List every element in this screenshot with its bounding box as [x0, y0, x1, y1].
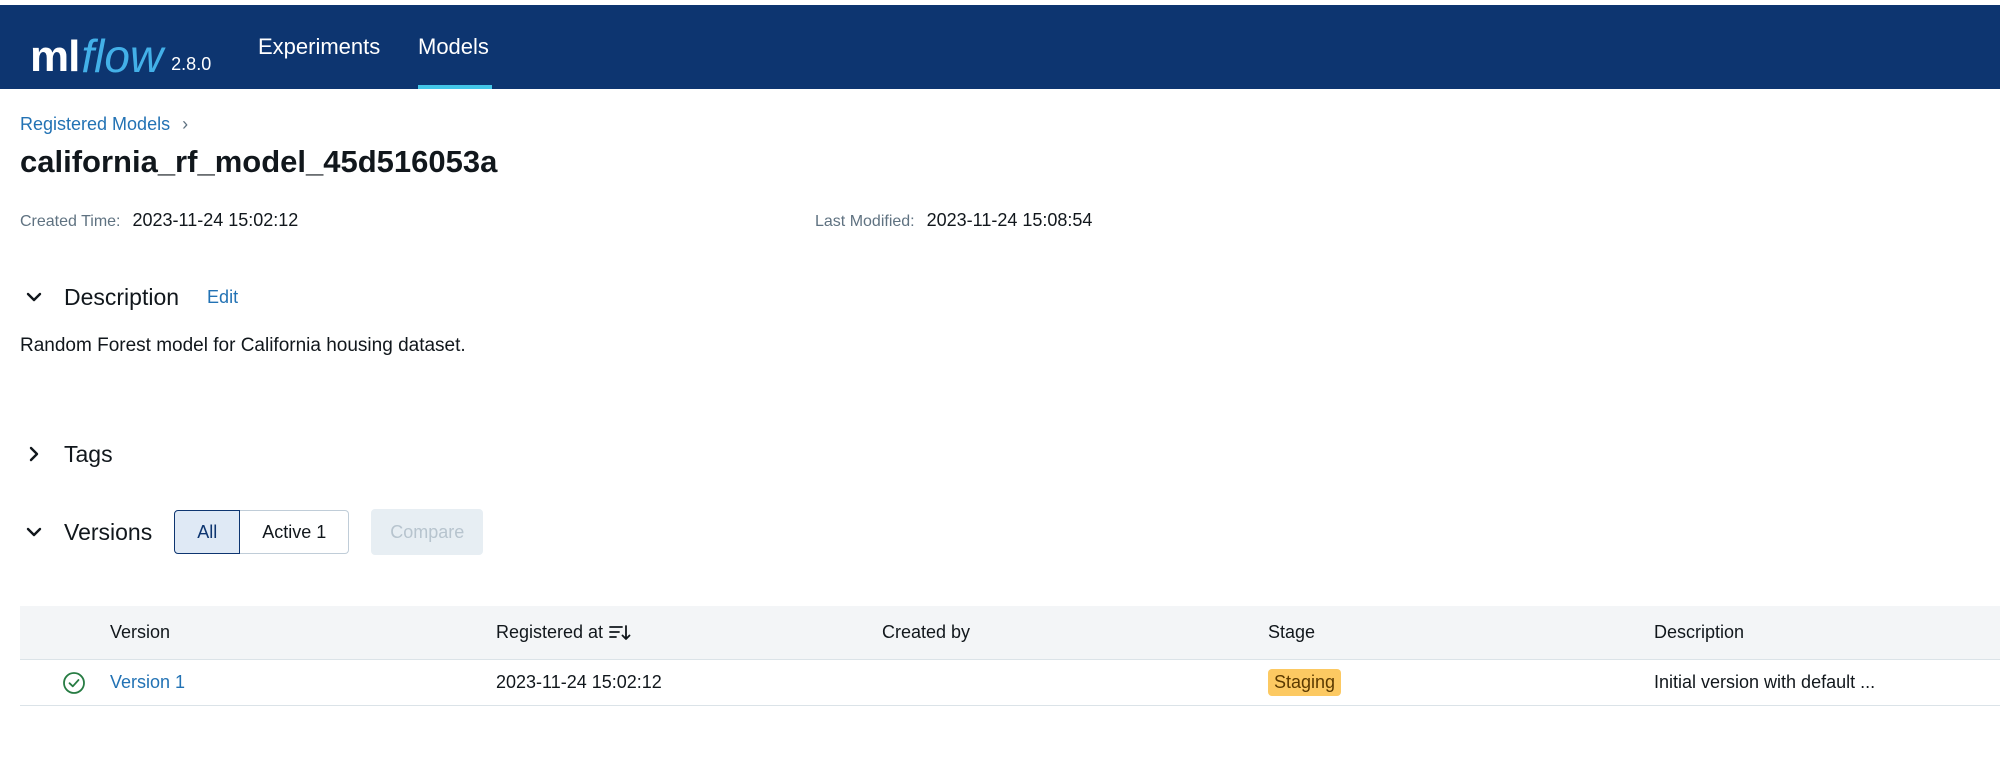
table-header-row: Version Registered at Created by Stage D… — [20, 606, 2000, 660]
nav-active-underline — [418, 85, 492, 89]
column-header-version[interactable]: Version — [110, 606, 170, 659]
edit-description-link[interactable]: Edit — [207, 287, 238, 308]
description-cell: Initial version with default ... — [1654, 672, 1876, 692]
versions-title[interactable]: Versions — [64, 519, 152, 546]
model-description-text: Random Forest model for California housi… — [20, 335, 466, 356]
created-time-value: 2023-11-24 15:02:12 — [132, 210, 299, 230]
column-header-registered-at[interactable]: Registered at — [496, 606, 631, 659]
tags-title[interactable]: Tags — [64, 441, 113, 468]
versions-table: Version Registered at Created by Stage D… — [20, 606, 2000, 706]
logo-flow-text: flow — [81, 30, 164, 82]
versions-section-header: Versions All Active 1 Compare — [20, 509, 484, 555]
column-header-description[interactable]: Description — [1654, 606, 1744, 659]
filter-active-button[interactable]: Active 1 — [240, 510, 350, 554]
version-filter-toggle: All Active 1 — [174, 510, 350, 554]
check-circle-icon — [62, 660, 86, 705]
nav-experiments[interactable]: Experiments — [258, 5, 380, 89]
registered-at-cell: 2023-11-24 15:02:12 — [496, 672, 662, 692]
created-time-label: Created Time: — [20, 213, 121, 230]
breadcrumb-separator: › — [182, 114, 189, 134]
nav-models[interactable]: Models — [418, 5, 489, 89]
column-header-created-by[interactable]: Created by — [882, 606, 970, 659]
registered-at-header-label: Registered at — [496, 622, 604, 642]
mlflow-logo[interactable]: ml flow 2.8.0 — [30, 19, 211, 79]
breadcrumb-registered-models[interactable]: Registered Models — [20, 114, 170, 135]
table-row: Version 1 2023-11-24 15:02:12 Staging In… — [20, 660, 2000, 706]
description-title[interactable]: Description — [64, 284, 179, 311]
top-nav-bar: ml flow 2.8.0 Experiments Models — [0, 5, 2000, 89]
version-label: 2.8.0 — [171, 54, 212, 74]
created-time: Created Time: 2023-11-24 15:02:12 — [20, 210, 298, 231]
logo-ml-text: ml — [30, 32, 80, 81]
description-section-header: Description Edit — [20, 283, 238, 311]
compare-button[interactable]: Compare — [371, 509, 484, 555]
last-modified: Last Modified: 2023-11-24 15:08:54 — [815, 210, 1092, 231]
sort-icon[interactable] — [609, 623, 631, 643]
chevron-down-icon[interactable] — [20, 283, 48, 311]
column-header-stage[interactable]: Stage — [1268, 606, 1315, 659]
last-modified-value: 2023-11-24 15:08:54 — [926, 210, 1093, 230]
chevron-right-icon[interactable] — [20, 440, 48, 468]
breadcrumb: Registered Models › — [20, 114, 188, 135]
page-title: california_rf_model_45d516053a — [20, 144, 498, 179]
chevron-down-icon[interactable] — [20, 518, 48, 546]
version-link[interactable]: Version 1 — [110, 660, 185, 705]
stage-badge: Staging — [1268, 669, 1342, 696]
filter-all-button[interactable]: All — [174, 510, 241, 554]
tags-section-header: Tags — [20, 440, 113, 468]
stage-cell: Staging — [1268, 660, 1342, 705]
last-modified-label: Last Modified: — [815, 213, 915, 230]
